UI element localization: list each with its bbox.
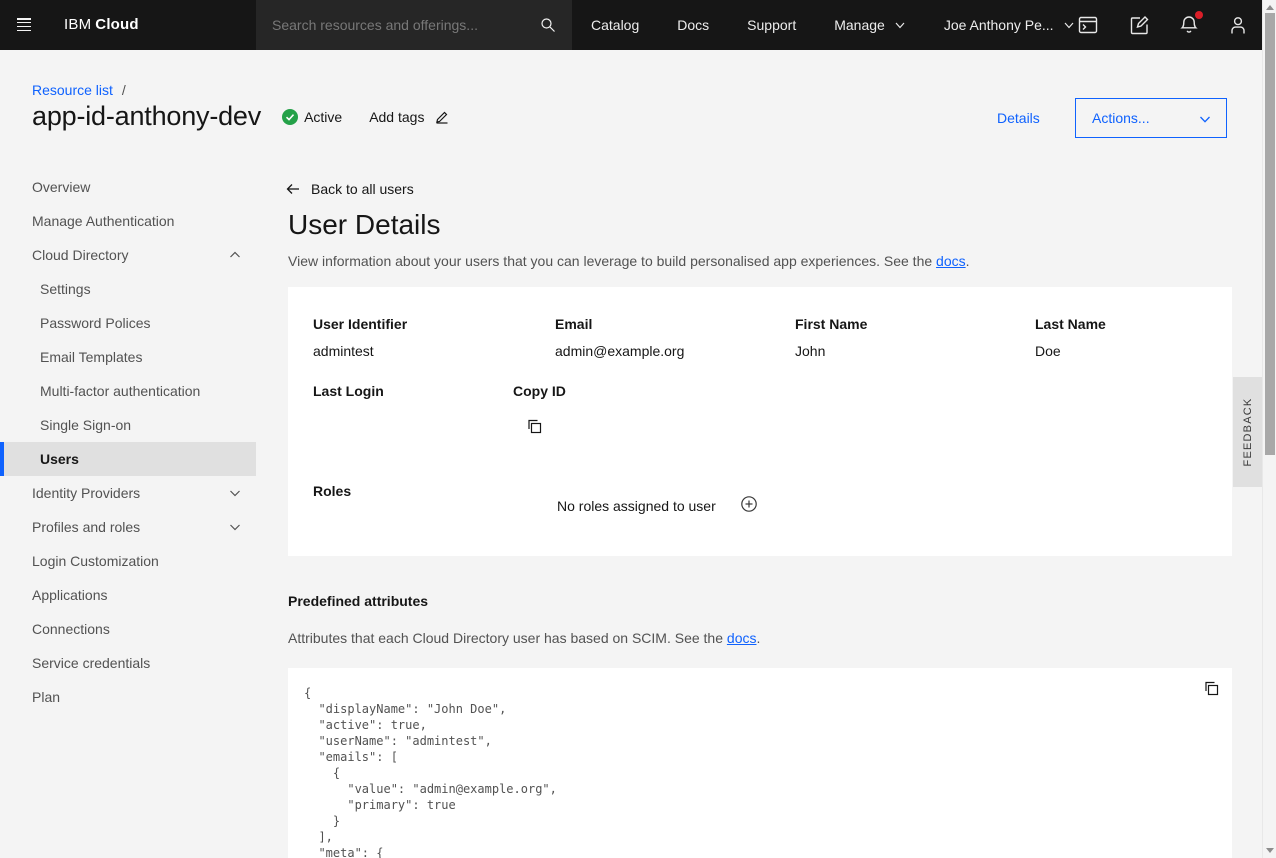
sidebar-item-multi-factor-authentication[interactable]: Multi-factor authentication xyxy=(0,374,256,408)
last-login-label: Last Login xyxy=(313,383,384,399)
sidebar-item-users[interactable]: Users xyxy=(0,442,256,476)
scrollbar-up-arrow[interactable] xyxy=(1266,5,1274,10)
roles-empty-text: No roles assigned to user xyxy=(557,498,716,514)
page-title-row: app-id-anthony-dev Active Add tags xyxy=(32,101,450,132)
breadcrumb-resource-list[interactable]: Resource list xyxy=(32,82,113,98)
edit-icon[interactable] xyxy=(1115,0,1163,50)
sidebar-item-applications[interactable]: Applications xyxy=(0,578,256,612)
email-value: admin@example.org xyxy=(555,343,684,359)
sidebar-item-service-credentials[interactable]: Service credentials xyxy=(0,646,256,680)
ibm-cloud-logo[interactable]: IBMCloud xyxy=(64,0,139,50)
chevron-down-icon xyxy=(228,520,242,534)
scrollbar-down-arrow[interactable] xyxy=(1266,848,1274,853)
copy-icon xyxy=(526,418,543,435)
page-scrollbar[interactable] xyxy=(1262,0,1276,858)
sidebar-item-identity-providers[interactable]: Identity Providers xyxy=(0,476,256,510)
sidebar-item-password-polices[interactable]: Password Polices xyxy=(0,306,256,340)
page-title: app-id-anthony-dev xyxy=(32,101,261,132)
status-badge: Active xyxy=(282,109,342,125)
user-details-description: View information about your users that y… xyxy=(288,253,970,269)
sidebar-item-settings[interactable]: Settings xyxy=(0,272,256,306)
nav-support[interactable]: Support xyxy=(728,0,815,50)
sidebar-item-login-customization[interactable]: Login Customization xyxy=(0,544,256,578)
sidebar-item-cloud-directory[interactable]: Cloud Directory xyxy=(0,238,256,272)
user-identifier-value: admintest xyxy=(313,343,374,359)
chevron-down-icon xyxy=(1198,112,1212,126)
roles-label: Roles xyxy=(313,483,351,499)
plus-circle-icon xyxy=(740,495,758,513)
sidebar-item-overview[interactable]: Overview xyxy=(0,170,256,204)
brand-cloud: Cloud xyxy=(95,16,139,33)
hamburger-icon xyxy=(17,18,31,34)
first-name-label: First Name xyxy=(795,316,867,332)
breadcrumb: Resource list / xyxy=(32,82,126,98)
brand-ibm: IBM xyxy=(64,16,91,33)
details-link[interactable]: Details xyxy=(997,110,1040,126)
menu-button[interactable] xyxy=(0,0,48,50)
last-name-value: Doe xyxy=(1035,343,1061,359)
breadcrumb-separator: / xyxy=(122,82,126,98)
sidebar-item-email-templates[interactable]: Email Templates xyxy=(0,340,256,374)
status-label: Active xyxy=(304,109,342,125)
nav-docs[interactable]: Docs xyxy=(658,0,728,50)
user-identifier-label: User Identifier xyxy=(313,316,407,332)
arrow-left-icon xyxy=(285,181,301,197)
actions-dropdown[interactable]: Actions... xyxy=(1075,98,1227,138)
sidebar-item-single-sign-on[interactable]: Single Sign-on xyxy=(0,408,256,442)
notifications-icon[interactable] xyxy=(1165,0,1213,50)
add-role-button[interactable] xyxy=(740,495,758,516)
sidebar-item-plan[interactable]: Plan xyxy=(0,680,256,714)
nav-manage[interactable]: Manage xyxy=(815,0,925,50)
edit-pencil-icon xyxy=(434,109,450,125)
nav-catalog[interactable]: Catalog xyxy=(572,0,658,50)
chevron-down-icon xyxy=(894,19,906,31)
global-search[interactable]: Search resources and offerings... xyxy=(256,0,572,50)
docs-link[interactable]: docs xyxy=(936,253,966,269)
sidebar-item-manage-authentication[interactable]: Manage Authentication xyxy=(0,204,256,238)
scim-json-snippet: { "displayName": "John Doe", "active": t… xyxy=(288,668,1232,858)
email-label: Email xyxy=(555,316,592,332)
add-tags-button[interactable]: Add tags xyxy=(369,109,450,125)
check-circle-icon xyxy=(282,109,298,125)
search-icon[interactable] xyxy=(540,17,556,33)
sidebar-item-profiles-and-roles[interactable]: Profiles and roles xyxy=(0,510,256,544)
avatar-icon[interactable] xyxy=(1214,0,1262,50)
predefined-attributes-title: Predefined attributes xyxy=(288,593,428,609)
copy-id-button[interactable] xyxy=(526,418,543,438)
sidebar-item-connections[interactable]: Connections xyxy=(0,612,256,646)
docs-link[interactable]: docs xyxy=(727,630,757,646)
copy-json-button[interactable] xyxy=(1203,680,1220,700)
last-name-label: Last Name xyxy=(1035,316,1106,332)
chevron-up-icon xyxy=(228,248,242,262)
user-details-card: User Identifier Email First Name Last Na… xyxy=(288,287,1232,556)
cloud-shell-icon[interactable] xyxy=(1064,0,1112,50)
first-name-value: John xyxy=(795,343,825,359)
notification-badge-dot xyxy=(1195,11,1203,19)
predefined-attributes-description: Attributes that each Cloud Directory use… xyxy=(288,630,760,646)
copy-id-label: Copy ID xyxy=(513,383,566,399)
top-navbar: IBMCloud Search resources and offerings.… xyxy=(0,0,1276,50)
feedback-tab[interactable]: FEEDBACK xyxy=(1233,377,1262,487)
user-details-title: User Details xyxy=(288,209,440,241)
chevron-down-icon xyxy=(228,486,242,500)
json-code: { "displayName": "John Doe", "active": t… xyxy=(304,685,557,858)
search-placeholder: Search resources and offerings... xyxy=(272,0,478,50)
copy-icon xyxy=(1203,680,1220,697)
back-to-all-users-link[interactable]: Back to all users xyxy=(285,181,414,197)
navbar-links: Catalog Docs Support Manage Joe Anthony … xyxy=(572,0,1094,50)
scrollbar-thumb[interactable] xyxy=(1265,13,1275,455)
sidebar-nav: Overview Manage Authentication Cloud Dir… xyxy=(0,170,256,714)
